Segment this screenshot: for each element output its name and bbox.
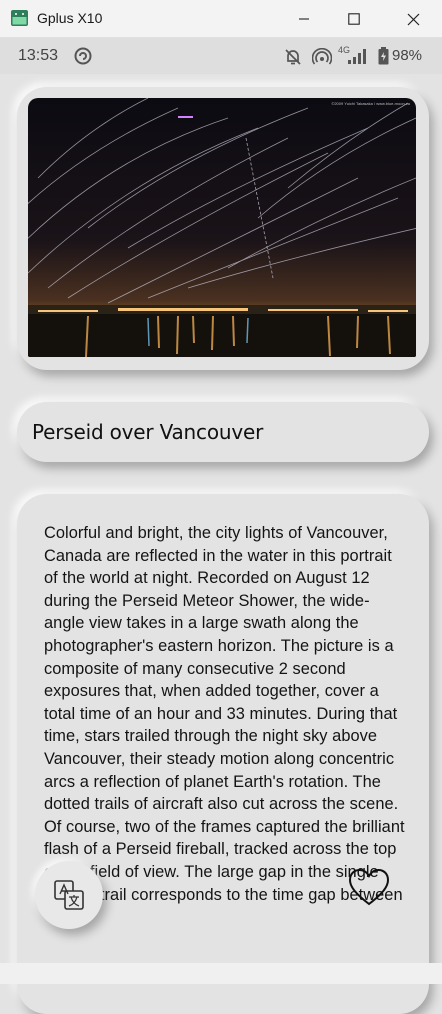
translate-icon <box>54 880 84 910</box>
status-time: 13:53 <box>18 47 59 64</box>
battery-icon <box>378 47 389 65</box>
signal-icon <box>348 49 366 64</box>
night-sky-image: ©2009 Yuichi Takasaka / www.blue-moon.ca <box>28 98 416 357</box>
notifications-off-icon <box>285 49 301 65</box>
photo-credit: ©2009 Yuichi Takasaka / www.blue-moon.ca <box>331 101 410 106</box>
description-card: Colorful and bright, the city lights of … <box>17 494 429 1014</box>
image-card: ©2009 Yuichi Takasaka / www.blue-moon.ca <box>17 87 429 370</box>
window-title: Gplus X10 <box>37 10 103 26</box>
article-title: Perseid over Vancouver <box>32 420 264 444</box>
article-description: Colorful and bright, the city lights of … <box>44 524 405 904</box>
minimize-button[interactable] <box>281 0 327 38</box>
maximize-icon <box>348 13 360 25</box>
favorite-button[interactable] <box>348 868 390 908</box>
heart-icon <box>348 868 390 906</box>
title-card: Perseid over Vancouver <box>17 402 429 462</box>
maximize-button[interactable] <box>331 0 377 38</box>
battery-percentage: 98% <box>392 47 423 64</box>
status-bar: 13:53 4G 98% <box>0 38 442 74</box>
window-titlebar: Gplus X10 <box>0 0 442 38</box>
close-icon <box>407 13 419 25</box>
sync-icon <box>74 47 92 65</box>
bottom-edge <box>0 963 442 984</box>
minimize-icon <box>299 18 309 20</box>
app-icon <box>11 10 28 26</box>
hotspot-icon <box>312 48 332 65</box>
close-button[interactable] <box>390 0 436 38</box>
astronomy-photo[interactable]: ©2009 Yuichi Takasaka / www.blue-moon.ca <box>28 98 416 357</box>
translate-button[interactable] <box>35 861 103 929</box>
